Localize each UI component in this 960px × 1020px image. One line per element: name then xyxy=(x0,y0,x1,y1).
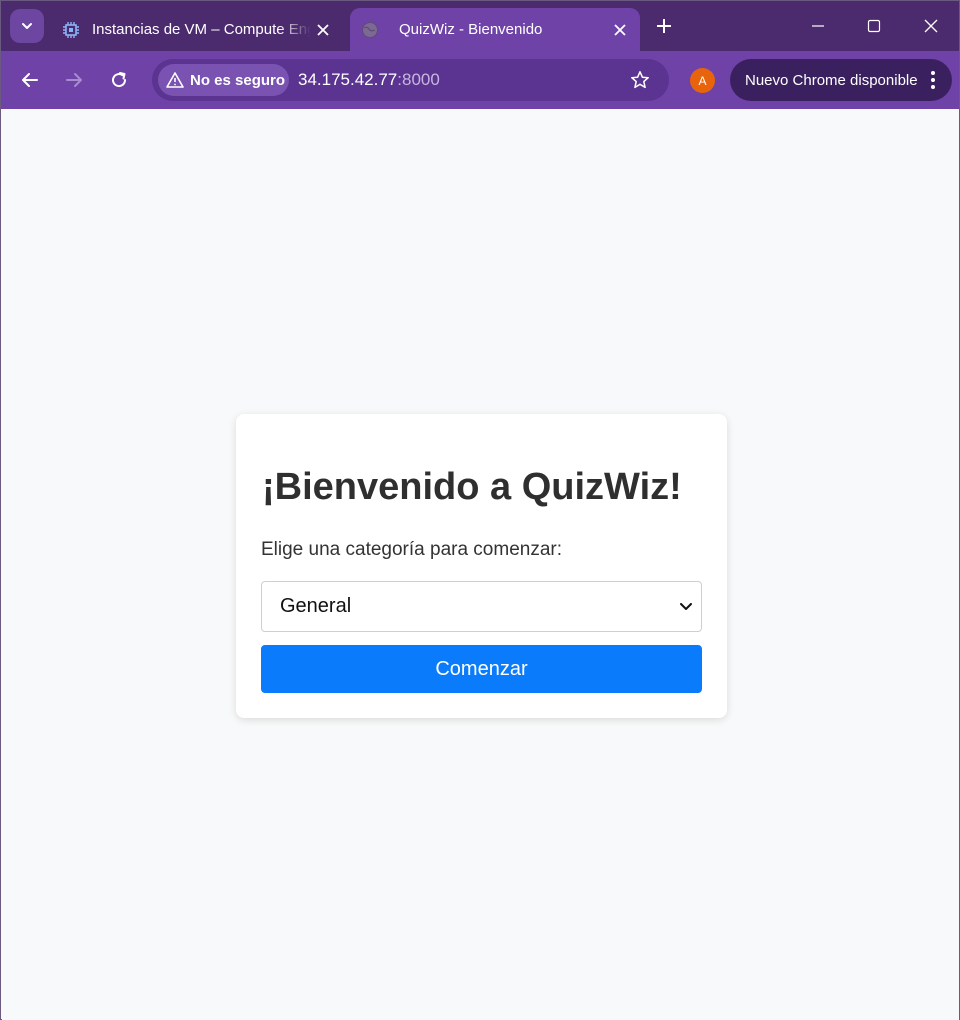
url-text[interactable]: 34.175.42.77:8000 xyxy=(298,70,440,90)
security-chip[interactable]: No es seguro xyxy=(158,64,289,96)
arrow-right-icon xyxy=(66,73,82,87)
tab-search-button[interactable] xyxy=(10,9,44,43)
tab-strip: Instancias de VM – Compute Engine QuizWi… xyxy=(1,1,959,51)
forward-button[interactable] xyxy=(60,66,88,94)
page-viewport: ¡Bienvenido a QuizWiz! Elige una categor… xyxy=(2,110,959,1020)
arrow-left-icon xyxy=(22,73,38,87)
back-button[interactable] xyxy=(16,66,44,94)
star-icon xyxy=(631,71,649,89)
security-label: No es seguro xyxy=(190,71,286,89)
url-host: 34.175.42.77 xyxy=(298,70,398,89)
maximize-button[interactable] xyxy=(860,13,888,39)
update-label: Nuevo Chrome disponible xyxy=(745,71,918,89)
close-icon[interactable] xyxy=(311,18,335,42)
chip-icon xyxy=(61,20,81,40)
close-icon[interactable] xyxy=(608,18,632,42)
browser-window: Instancias de VM – Compute Engine QuizWi… xyxy=(0,0,960,1020)
minimize-button[interactable] xyxy=(804,13,832,39)
plus-icon xyxy=(657,19,671,33)
globe-icon xyxy=(360,20,380,40)
start-button[interactable]: Comenzar xyxy=(261,645,702,693)
reload-icon xyxy=(112,72,127,88)
chevron-down-icon xyxy=(677,602,695,611)
maximize-icon xyxy=(867,19,881,33)
welcome-card: ¡Bienvenido a QuizWiz! Elige una categor… xyxy=(236,414,727,718)
url-port: :8000 xyxy=(397,70,440,89)
warning-icon xyxy=(166,72,184,88)
tab-title: Instancias de VM – Compute Engine xyxy=(92,21,311,38)
page-title: ¡Bienvenido a QuizWiz! xyxy=(262,466,682,508)
tab-vm-instances[interactable]: Instancias de VM – Compute Engine xyxy=(53,8,343,51)
profile-avatar[interactable]: A xyxy=(690,68,715,93)
bookmark-button[interactable] xyxy=(628,68,652,92)
toolbar: No es seguro 34.175.42.77:8000 A Nuevo C… xyxy=(1,51,959,109)
address-bar[interactable]: No es seguro 34.175.42.77:8000 xyxy=(152,59,669,101)
tab-title: QuizWiz - Bienvenido xyxy=(399,21,543,38)
category-selected-value: General xyxy=(280,595,352,617)
update-chrome-button[interactable]: Nuevo Chrome disponible xyxy=(730,59,952,101)
reload-button[interactable] xyxy=(105,66,133,94)
new-tab-button[interactable] xyxy=(651,13,677,39)
category-select[interactable]: General xyxy=(261,581,702,632)
tab-quizwiz[interactable]: QuizWiz - Bienvenido xyxy=(350,8,640,51)
minimize-icon xyxy=(812,25,824,27)
chevron-down-icon xyxy=(22,23,32,29)
close-window-button[interactable] xyxy=(917,13,945,39)
close-icon xyxy=(924,19,938,33)
category-prompt: Elige una categoría para comenzar: xyxy=(261,539,563,560)
more-menu-icon[interactable] xyxy=(923,71,943,89)
